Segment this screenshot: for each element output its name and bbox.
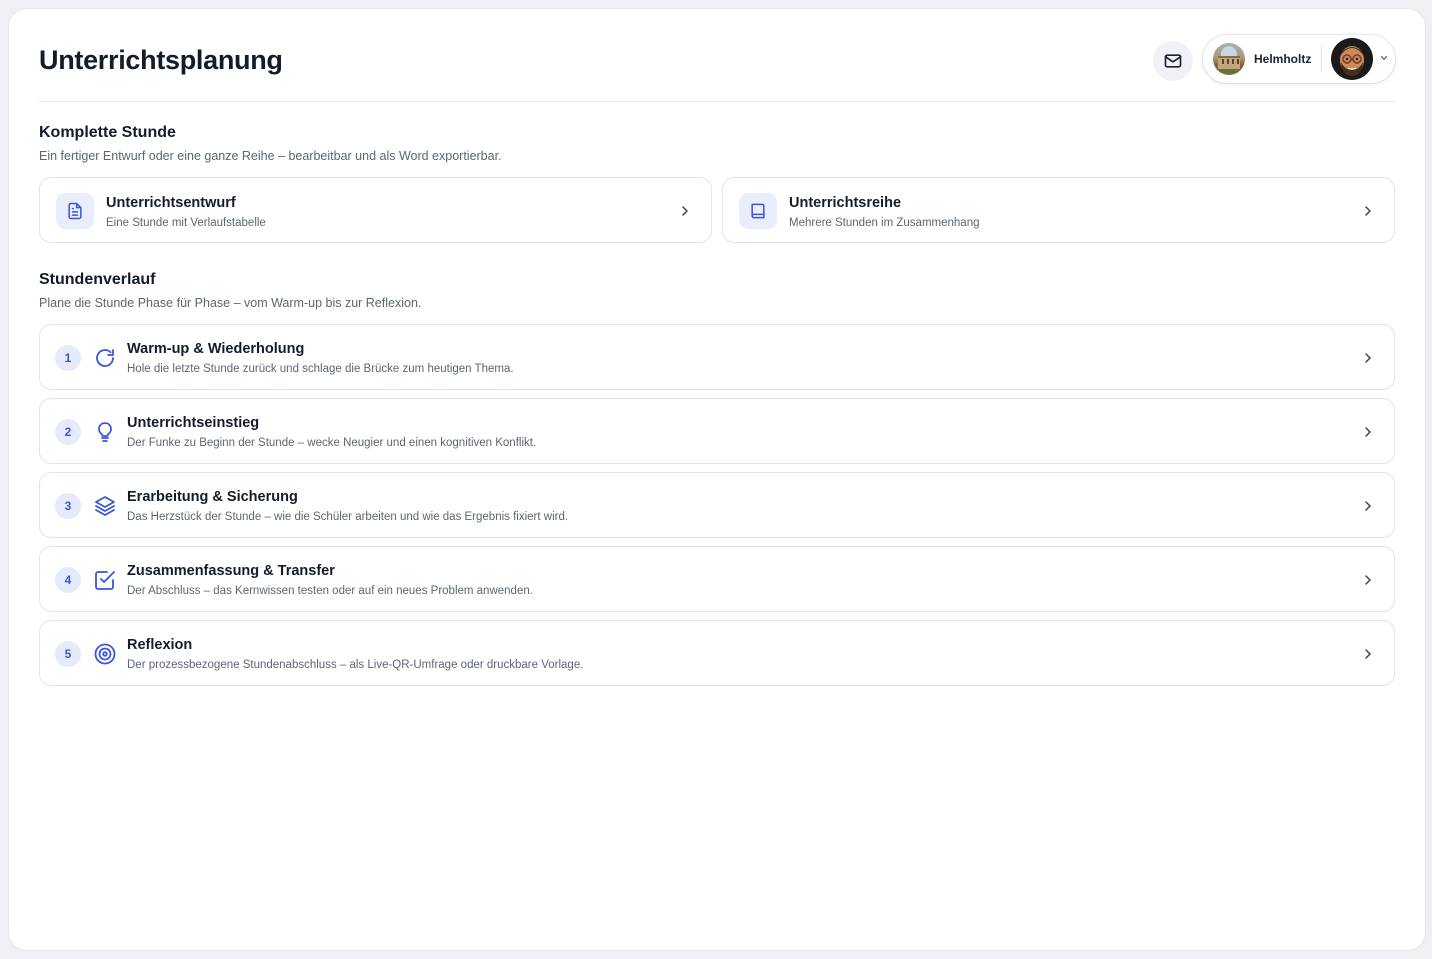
document-icon (56, 193, 94, 229)
layers-icon (95, 496, 115, 516)
phase-subtitle: Der prozessbezogene Stundenabschluss – a… (127, 659, 584, 671)
card-subtitle: Mehrere Stunden im Zusammenhang (789, 217, 980, 229)
user-menu[interactable]: Helmholtz (1203, 35, 1395, 83)
phase-warm-up[interactable]: 1 Warm-up & Wiederholung Hole die letzte… (39, 324, 1395, 390)
chevron-right-icon (1365, 575, 1371, 585)
phase-number: 2 (55, 419, 81, 445)
mail-button[interactable] (1153, 41, 1193, 81)
phase-subtitle: Das Herzstück der Stunde – wie die Schül… (127, 511, 569, 523)
phase-number: 5 (55, 641, 81, 667)
card-unterrichtsreihe[interactable]: Unterrichtsreihe Mehrere Stunden im Zusa… (722, 177, 1395, 243)
phase-number: 4 (55, 567, 81, 593)
phase-zusammenfassung[interactable]: 4 Zusammenfassung & Transfer Der Abschlu… (39, 546, 1395, 612)
main-panel: Unterrichtsplanung Helmholtz Komplette S… (9, 9, 1425, 950)
school-avatar (1213, 43, 1245, 75)
school-name: Helmholtz (1254, 52, 1312, 66)
refresh-icon (96, 349, 114, 367)
phase-subtitle: Hole die letzte Stunde zurück und schlag… (127, 363, 514, 375)
phase-reflexion[interactable]: 5 Reflexion Der prozessbezogene Stundena… (39, 620, 1395, 686)
chevron-right-icon (1365, 427, 1371, 437)
avatar (1331, 38, 1373, 80)
section-subtitle-lesson-flow: Plane die Stunde Phase für Phase – vom W… (39, 296, 422, 310)
phase-title: Unterrichtseinstieg (127, 415, 260, 431)
checkbox-icon (95, 571, 115, 590)
phase-subtitle: Der Abschluss – das Kernwissen testen od… (127, 585, 533, 597)
mail-icon (1164, 54, 1182, 68)
section-title-lesson-flow: Stundenverlauf (39, 271, 156, 288)
chevron-right-icon (1365, 206, 1371, 216)
chevron-right-icon (1365, 501, 1371, 511)
section-subtitle-complete-lesson: Ein fertiger Entwurf oder eine ganze Rei… (39, 149, 502, 163)
chevron-right-icon (682, 206, 688, 216)
card-title: Unterrichtsreihe (789, 195, 902, 211)
target-icon (94, 643, 116, 665)
section-title-complete-lesson: Komplette Stunde (39, 124, 176, 141)
page-title: Unterrichtsplanung (39, 45, 283, 75)
chevron-down-icon (1380, 56, 1388, 60)
header: Unterrichtsplanung Helmholtz (39, 35, 1395, 102)
phase-number: 3 (55, 493, 81, 519)
phase-unterrichtseinstieg[interactable]: 2 Unterrichtseinstieg Der Funke zu Begin… (39, 398, 1395, 464)
phase-number: 1 (55, 345, 81, 371)
phase-title: Zusammenfassung & Transfer (127, 563, 335, 579)
card-subtitle: Eine Stunde mit Verlaufstabelle (106, 217, 266, 229)
chevron-right-icon (1365, 353, 1371, 363)
phase-title: Reflexion (127, 637, 193, 653)
phase-title: Erarbeitung & Sicherung (127, 489, 298, 505)
card-title: Unterrichtsentwurf (106, 195, 236, 211)
chevron-right-icon (1365, 649, 1371, 659)
phase-erarbeitung[interactable]: 3 Erarbeitung & Sicherung Das Herzstück … (39, 472, 1395, 538)
card-unterrichtsentwurf[interactable]: Unterrichtsentwurf Eine Stunde mit Verla… (39, 177, 712, 243)
divider (1321, 45, 1322, 73)
book-icon (739, 193, 777, 229)
phase-title: Warm-up & Wiederholung (127, 341, 305, 357)
lightbulb-icon (98, 422, 112, 442)
phase-subtitle: Der Funke zu Beginn der Stunde – wecke N… (127, 437, 537, 449)
